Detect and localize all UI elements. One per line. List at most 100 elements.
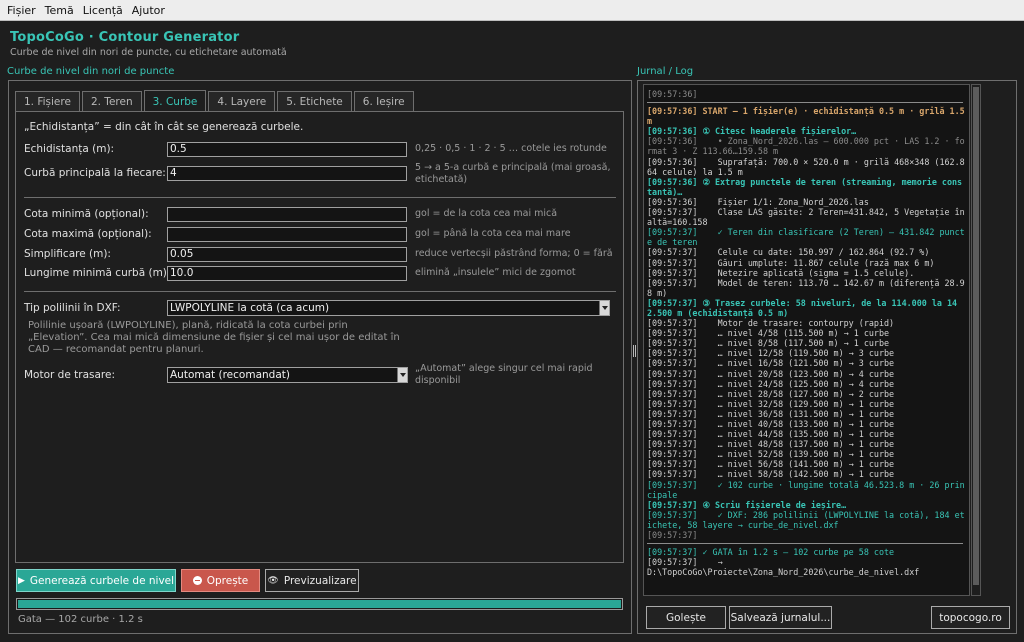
separator [24,291,616,292]
progress-fill [18,600,621,608]
tab-labels[interactable]: 5. Etichete [277,91,352,112]
log-line: [09:57:37] → [647,557,723,568]
log-output[interactable]: [09:57:36] [09:57:36] START — 1 fișier(e)… [643,84,970,596]
log-line: [09:57:37] … nivel 44/58 (135.500 m) → 1… [647,429,895,440]
preview-button-label: Previzualizare [283,574,357,587]
tab-contours[interactable]: 3. Curbe [143,90,207,112]
log-line: [09:57:37] … nivel 32/58 (129.500 m) → 1… [647,398,895,409]
stop-button[interactable]: Oprește [181,569,260,592]
dxf-type-description: Polilinie ușoară (LWPOLYLINE), plană, ri… [28,320,400,355]
chevron-down-icon[interactable] [397,368,407,382]
log-line: [09:57:37] … nivel 16/58 (121.500 m) → 3… [647,358,895,369]
simplify-hint: reduce vertecșii păstrând forma; 0 = făr… [415,248,613,259]
min-length-hint: elimină „insulele” mici de zgomot [415,267,576,278]
interval-label: Echidistanța (m): [24,143,115,155]
preview-button[interactable]: 👁 Previzualizare [265,569,359,592]
separator [24,197,616,198]
menu-help[interactable]: Ajutor [129,0,168,21]
log-line: [09:57:37] … nivel 40/58 (133.500 m) → 1… [647,419,895,429]
min-length-input[interactable]: 10.0 [167,266,407,281]
splitter-handle[interactable] [633,345,636,357]
tab-layers[interactable]: 4. Layere [208,91,276,112]
tab-bar: 1. Fișiere 2. Teren 3. Curbe 4. Layere 5… [15,90,416,112]
play-icon: ▶ [17,575,25,586]
min-elevation-hint: gol = de la cota cea mai mică [415,208,558,219]
min-elevation-label: Cota minimă (opțional): [24,208,149,220]
major-every-label: Curbă principală la fiecare: [24,167,166,179]
log-line: [09:57:37] Celule cu date: 150.997 / 162… [647,247,930,258]
log-line: [09:57:37] … nivel 20/58 (123.500 m) → 4… [647,368,895,379]
tab-files[interactable]: 1. Fișiere [15,91,80,112]
log-line: [09:57:37] … nivel 4/58 (115.500 m) → 1 … [647,328,890,339]
engine-label: Motor de trasare: [24,369,115,381]
stop-icon [192,576,202,585]
log-line: D:\TopoCoGo\Proiecte\Zona_Nord_2026\curb… [647,567,920,578]
log-line: [09:57:36] START — 1 fișier(e) · echidis… [647,106,970,127]
generate-button-label: Generează curbele de nivel [29,574,175,587]
simplify-label: Simplificare (m): [24,248,111,260]
log-line: [09:57:37] Model de teren: 113.70 … 142.… [647,277,965,298]
dxf-type-value: LWPOLYLINE la cotă (ca acum) [170,302,330,314]
progress-bar [16,598,623,610]
log-line: [09:57:37] … nivel 56/58 (141.500 m) → 1… [647,459,895,470]
log-scrollbar[interactable] [971,84,981,596]
log-line: [09:57:37] Motor de trasare: contourpy (… [647,318,895,329]
app-subtitle: Curbe de nivel din nori de puncte, cu et… [10,47,287,58]
min-length-label: Lungime minimă curbă (m): [24,267,171,279]
log-line: [09:57:37] Clase LAS găsite: 2 Teren=431… [647,207,965,228]
menu-bar: Fișier Temă Licență Ajutor [0,0,1024,21]
tab-output[interactable]: 6. Ieșire [353,91,414,112]
log-line: [09:57:37] ④ Scriu fișierele de ieșire… [647,499,847,510]
log-line: [09:57:36] Fișier 1/1: Zona_Nord_2026.la… [647,196,869,207]
log-line: [09:57:37] … nivel 24/58 (125.500 m) → 4… [647,378,895,389]
log-line: [09:57:37] ③ Trasez curbele: 58 niveluri… [647,297,958,318]
save-log-button[interactable]: Salvează jurnalul... [729,606,832,629]
log-line: [09:57:37] … nivel 8/58 (117.500 m) → 1 … [647,338,890,349]
menu-theme[interactable]: Temă [42,0,77,21]
dxf-type-select[interactable]: LWPOLYLINE la cotă (ca acum) [167,300,610,316]
right-section-label: Jurnal / Log [637,66,694,77]
tab-terrain[interactable]: 2. Teren [81,91,142,112]
min-elevation-input[interactable] [167,207,407,222]
log-separator [647,102,963,104]
max-elevation-label: Cota maximă (opțional): [24,228,152,240]
menu-file[interactable]: Fișier [4,0,39,21]
log-line: [09:57:36] • Zona_Nord_2026.las — 600.00… [647,136,965,157]
app-title: TopoCoGo · Contour Generator [10,30,240,45]
log-line: [09:57:37] Netezire aplicată (sigma = 1.… [647,267,915,278]
log-line: [09:57:37] … nivel 28/58 (127.500 m) → 2… [647,388,895,399]
status-text: Gata — 102 curbe · 1.2 s [18,614,143,625]
log-line: [09:57:37] [647,530,698,541]
simplify-input[interactable]: 0.05 [167,247,407,262]
eye-icon: 👁 [267,575,279,586]
log-line: [09:57:37] … nivel 58/58 (142.500 m) → 1… [647,469,895,480]
log-line: [09:57:36] ② Extrag punctele de teren (s… [647,176,963,197]
log-line: [09:57:37] … nivel 52/58 (139.500 m) → 1… [647,449,895,460]
max-elevation-hint: gol = până la cota cea mai mare [415,228,571,239]
major-every-hint: 5 → a 5-a curbă e principală (mai groasă… [415,162,611,185]
log-line: [09:57:36] ① Citesc headerele fișierelor… [647,126,857,137]
generate-button[interactable]: ▶ Generează curbele de nivel [16,569,176,592]
left-section-label: Curbe de nivel din nori de puncte [7,66,175,77]
dxf-type-label: Tip polilinii în DXF: [24,302,121,314]
engine-select[interactable]: Automat (recomandat) [167,367,408,383]
stop-button-label: Oprește [206,574,249,587]
log-line: [09:57:37] Găuri umplute: 11.867 celule … [647,257,935,268]
menu-license[interactable]: Licență [80,0,126,21]
log-line: [09:57:37] … nivel 12/58 (119.500 m) → 3… [647,348,895,359]
log-line: [09:57:37] … nivel 36/58 (131.500 m) → 1… [647,408,895,419]
interval-input[interactable]: 0.5 [167,142,407,157]
engine-value: Automat (recomandat) [170,369,290,381]
log-scrollbar-thumb[interactable] [973,87,979,585]
log-line: [09:57:37] … nivel 48/58 (137.500 m) → 1… [647,439,895,450]
log-line: [09:57:36] Suprafață: 700.0 × 520.0 m · … [647,156,965,177]
engine-hint: „Automat” alege singur cel mai rapid dis… [415,363,593,386]
log-line: [09:57:37] ✓ DXF: 286 polilinii (LWPOLYL… [647,509,965,530]
chevron-down-icon[interactable] [599,301,609,315]
website-link-button[interactable]: topocogo.ro [931,606,1010,629]
major-every-input[interactable]: 4 [167,166,407,181]
max-elevation-input[interactable] [167,227,407,242]
clear-log-button[interactable]: Golește [646,606,726,629]
log-separator [647,543,963,545]
log-line: [09:57:37] ✓ 102 curbe · lungime totală … [647,479,965,500]
